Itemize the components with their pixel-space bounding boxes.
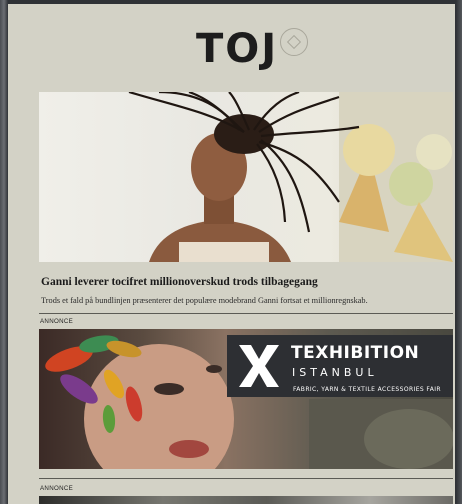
logo-wordmark: TOJ <box>196 26 279 72</box>
texhibition-ad-banner[interactable]: TEXHIBITION ISTANBUL FABRIC, YARN & TEXT… <box>39 329 453 469</box>
article-lead: Trods et fald på bundlinjen præsenterer … <box>41 296 368 305</box>
ad-title: TEXHIBITION <box>291 343 420 363</box>
ad-subtitle: ISTANBUL <box>292 366 378 379</box>
divider <box>39 478 453 479</box>
article-headline[interactable]: Ganni leverer tocifret millionoverskud t… <box>41 276 451 288</box>
ad-label: ANNONCE <box>40 485 74 492</box>
article-hero-image[interactable] <box>39 92 453 262</box>
toj-logo[interactable]: TOJ <box>196 26 309 72</box>
ice-cream-scoop <box>343 124 395 176</box>
hero-illustration <box>128 92 453 262</box>
newsletter-frame: TOJ Ganni leverer tocifret millionoversk… <box>8 4 455 504</box>
next-ad-image-strip[interactable] <box>39 496 453 504</box>
ad-tagline: FABRIC, YARN & TEXTILE ACCESSORIES FAIR <box>293 386 441 393</box>
ice-cream-scoop <box>389 162 433 206</box>
divider <box>39 313 453 314</box>
ice-cream-scoop <box>416 134 452 170</box>
ad-label: ANNONCE <box>40 318 74 325</box>
logo-seal-icon <box>280 28 309 56</box>
texhibition-x-logo-icon <box>239 345 279 387</box>
